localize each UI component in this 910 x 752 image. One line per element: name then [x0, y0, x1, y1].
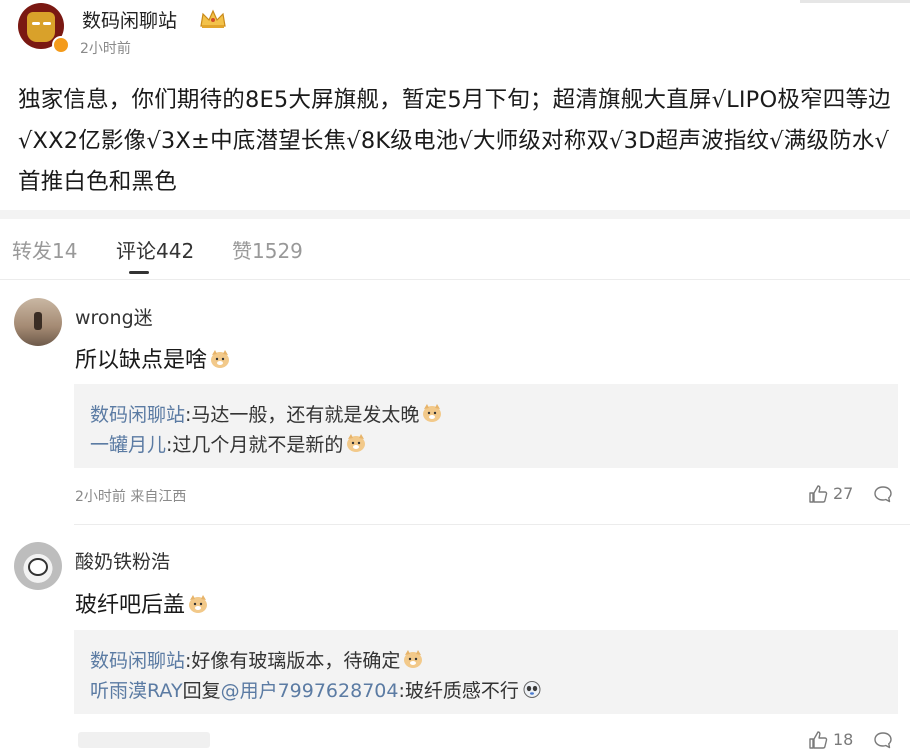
comment-bubble-icon[interactable]	[873, 731, 893, 749]
like-count: 18	[833, 730, 854, 749]
comment-author[interactable]: wrong迷	[75, 303, 153, 330]
reply-item: 一罐月儿:过几个月就不是新的	[90, 430, 367, 457]
comment-divider	[74, 524, 910, 525]
reply-author[interactable]: 数码闲聊站	[90, 650, 185, 672]
verified-badge-icon	[52, 36, 70, 54]
doge-emoji-icon	[211, 350, 230, 368]
post-timestamp: 2小时前	[80, 41, 131, 57]
comment-author[interactable]: 酸奶铁粉浩	[75, 547, 170, 574]
active-tab-indicator	[129, 271, 149, 274]
reply-author[interactable]: 听雨漠RAY	[90, 680, 183, 702]
comment-text: 所以缺点是啥	[75, 342, 231, 374]
reply-box[interactable]: 数码闲聊站:马达一般，还有就是发太晚 一罐月儿:过几个月就不是新的	[74, 384, 898, 468]
reply-action: 回复	[182, 680, 221, 702]
reply-text: :过几个月就不是新的	[166, 434, 344, 456]
reply-text: :好像有玻璃版本，待确定	[185, 650, 401, 672]
reply-author[interactable]: 一罐月儿	[90, 434, 166, 456]
like-button[interactable]: 27	[808, 484, 853, 503]
doge-emoji-icon	[423, 404, 442, 422]
reply-item: 数码闲聊站:马达一般，还有就是发太晚	[90, 400, 443, 427]
mention-link[interactable]: @用户7997628704	[221, 680, 399, 702]
section-divider	[0, 210, 910, 219]
doge-emoji-icon	[404, 650, 423, 668]
comment-meta	[78, 732, 210, 748]
comment-meta: 2小时前 来自江西	[75, 489, 187, 505]
tabs-divider	[0, 279, 910, 280]
reply-item: 听雨漠RAY回复@用户7997628704:玻纤质感不行	[90, 676, 543, 703]
like-count: 27	[833, 484, 854, 503]
doge-emoji-icon	[347, 434, 366, 452]
reply-author[interactable]: 数码闲聊站	[90, 404, 185, 426]
thumbs-up-icon	[809, 730, 828, 749]
doge-emoji-icon	[189, 595, 208, 613]
top-divider	[0, 0, 910, 3]
reply-text: :玻纤质感不行	[398, 680, 519, 702]
reply-text: :马达一般，还有就是发太晚	[185, 404, 420, 426]
reply-box[interactable]: 数码闲聊站:好像有玻璃版本，待确定 听雨漠RAY回复@用户7997628704:…	[74, 630, 898, 714]
post-body-text: 独家信息，你们期待的8E5大屏旗舰，暂定5月下旬；超清旗舰大直屏√LIPO极窄四…	[18, 87, 891, 195]
tab-likes[interactable]: 赞1529	[232, 235, 303, 264]
crown-icon	[200, 9, 226, 28]
tab-comments[interactable]: 评论442	[116, 235, 194, 264]
like-button[interactable]: 18	[808, 730, 853, 749]
avatar[interactable]	[14, 542, 62, 590]
tab-repost[interactable]: 转发14	[12, 235, 77, 264]
avatar[interactable]	[14, 298, 62, 346]
post-author-name[interactable]: 数码闲聊站	[82, 6, 177, 33]
interaction-tabs: 转发14 评论442 赞1529	[0, 219, 910, 279]
comment-text: 玻纤吧后盖	[75, 587, 209, 619]
reply-item: 数码闲聊站:好像有玻璃版本，待确定	[90, 646, 424, 673]
comment-bubble-icon[interactable]	[873, 485, 893, 503]
panda-emoji-icon	[523, 681, 541, 698]
thumbs-up-icon	[809, 484, 828, 503]
ironman-mask-icon	[27, 12, 55, 42]
author-avatar[interactable]	[18, 3, 70, 54]
